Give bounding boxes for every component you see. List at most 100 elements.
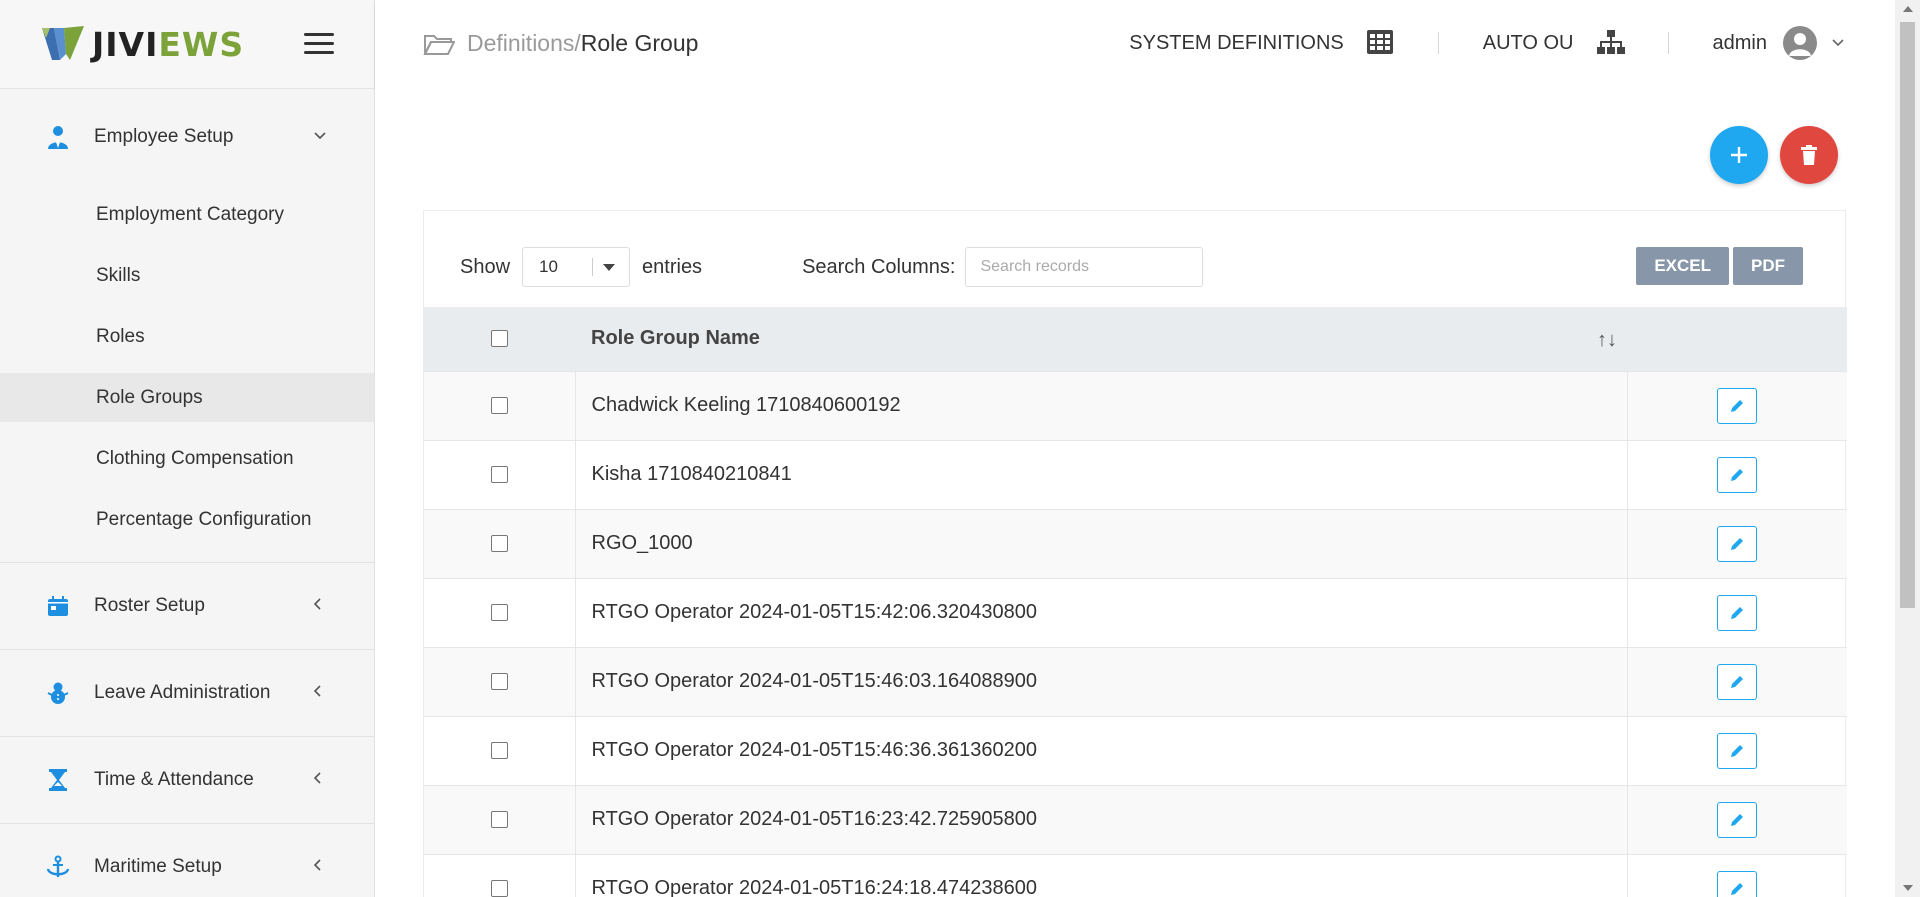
role-groups-table-card: Show 10 entries Search Columns: EXCEL PD…: [423, 210, 1847, 897]
row-checkbox[interactable]: [490, 397, 508, 415]
edit-button[interactable]: [1717, 456, 1758, 493]
table-row: RTGO Operator 2024-01-05T16:24:18.474238…: [424, 854, 1847, 897]
nav-employee-setup[interactable]: Employee Setup: [0, 89, 374, 184]
scroll-up-icon[interactable]: [1903, 6, 1913, 12]
row-actions-cell: [1627, 785, 1847, 854]
row-checkbox[interactable]: [490, 673, 508, 691]
breadcrumb-current: Role Group: [580, 30, 699, 56]
edit-button[interactable]: [1717, 663, 1758, 700]
scroll-down-icon[interactable]: [1903, 885, 1913, 891]
select-divider: [592, 258, 594, 276]
pencil-icon: [1731, 744, 1744, 757]
row-checkbox[interactable]: [490, 535, 508, 553]
nav-maritime-setup[interactable]: Maritime Setup: [0, 824, 374, 897]
brand-logo[interactable]: JIVIEWS: [0, 0, 374, 89]
column-header-role-group-name[interactable]: Role Group Name ↑↓: [575, 307, 1627, 371]
row-actions-cell: [1627, 509, 1847, 578]
nav-maritime-setup-label: Maritime Setup: [94, 856, 222, 877]
chevron-left-icon: [313, 684, 323, 703]
divider: [1667, 32, 1669, 54]
anchor-icon: [46, 855, 70, 879]
search-input[interactable]: [965, 247, 1204, 287]
person-icon: [46, 125, 70, 149]
add-button[interactable]: [1710, 126, 1768, 184]
system-definitions-label: SYSTEM DEFINITIONS: [1129, 31, 1344, 54]
table-row: RTGO Operator 2024-01-05T15:42:06.320430…: [424, 578, 1847, 647]
row-actions-cell: [1627, 854, 1847, 897]
nav-roster-setup[interactable]: Roster Setup: [0, 563, 374, 650]
sitemap-icon: [1596, 29, 1625, 57]
chevron-left-icon: [313, 597, 323, 616]
role-groups-table: Role Group Name ↑↓ Chadwick Keeling 1710…: [424, 307, 1847, 897]
edit-button[interactable]: [1717, 525, 1758, 562]
sidebar-item-skills[interactable]: Skills: [0, 245, 374, 306]
entries-select[interactable]: 10: [522, 247, 631, 287]
sidebar-item-percentage-configuration[interactable]: Percentage Configuration: [0, 489, 374, 550]
app-root: JIVIEWS Employee Setup Employment Catego…: [0, 0, 1920, 897]
table-header-row: Role Group Name ↑↓: [424, 307, 1847, 371]
show-label: Show: [460, 255, 511, 278]
nav-leave-administration-label: Leave Administration: [94, 682, 271, 703]
sidebar-item-roles[interactable]: Roles: [0, 306, 374, 367]
row-checkbox[interactable]: [490, 811, 508, 829]
user-avatar-icon: [1783, 26, 1817, 60]
chevron-down-icon: [1831, 35, 1845, 51]
role-group-name-cell: RTGO Operator 2024-01-05T16:24:18.474238…: [575, 854, 1628, 897]
edit-button[interactable]: [1717, 594, 1758, 631]
row-checkbox[interactable]: [490, 466, 508, 484]
entries-select-value: 10: [539, 257, 558, 276]
row-select-cell: [424, 647, 576, 716]
user-name: admin: [1712, 31, 1767, 54]
select-all-checkbox[interactable]: [491, 330, 508, 348]
nav-leave-administration[interactable]: Leave Administration: [0, 650, 374, 737]
edit-button[interactable]: [1717, 732, 1758, 769]
pencil-icon: [1731, 399, 1744, 412]
row-checkbox[interactable]: [490, 880, 508, 897]
row-actions-cell: [1627, 578, 1847, 647]
row-select-cell: [424, 509, 576, 578]
sidebar-item-clothing-compensation[interactable]: Clothing Compensation: [0, 428, 374, 489]
auto-ou-link[interactable]: AUTO OU: [1483, 29, 1625, 57]
nav-time-attendance[interactable]: Time & Attendance: [0, 737, 374, 824]
row-actions-cell: [1627, 716, 1847, 785]
divider: [1437, 32, 1439, 54]
pdf-export-button[interactable]: PDF: [1733, 247, 1803, 285]
row-select-cell: [424, 716, 576, 785]
sidebar-item-employment-category[interactable]: Employment Category: [0, 184, 374, 245]
column-header-label: Role Group Name: [591, 327, 760, 350]
row-checkbox[interactable]: [490, 742, 508, 760]
page-scrollbar[interactable]: [1895, 0, 1920, 897]
snowman-icon: [46, 681, 70, 705]
table-row: RTGO Operator 2024-01-05T16:23:42.725905…: [424, 785, 1847, 854]
user-menu[interactable]: admin: [1713, 26, 1845, 60]
main-content: Show 10 entries Search Columns: EXCEL PD…: [375, 89, 1895, 897]
sort-icon[interactable]: ↑↓: [1597, 329, 1617, 352]
table-row: Kisha 1710840210841: [424, 440, 1847, 509]
edit-button[interactable]: [1717, 870, 1758, 897]
logo-mark-icon: [40, 24, 86, 64]
employee-setup-submenu: Employment Category Skills Roles Role Gr…: [0, 184, 374, 563]
edit-button[interactable]: [1717, 387, 1758, 424]
hamburger-icon[interactable]: [304, 33, 334, 55]
pencil-icon: [1731, 606, 1744, 619]
system-definitions-link[interactable]: SYSTEM DEFINITIONS: [1129, 29, 1393, 57]
select-all-cell: [424, 307, 575, 371]
nav-time-attendance-label: Time & Attendance: [94, 769, 254, 790]
table-row: RTGO Operator 2024-01-05T15:46:36.361360…: [424, 716, 1847, 785]
excel-export-button[interactable]: EXCEL: [1636, 247, 1729, 285]
grid-icon: [1366, 29, 1394, 57]
delete-button[interactable]: [1780, 126, 1838, 184]
sidebar: JIVIEWS Employee Setup Employment Catego…: [0, 0, 375, 897]
breadcrumb-parent[interactable]: Definitions/: [467, 30, 581, 57]
edit-button[interactable]: [1717, 801, 1758, 838]
brand-name: JIVIEWS: [92, 25, 244, 64]
row-select-cell: [424, 854, 576, 897]
sidebar-item-role-groups[interactable]: Role Groups: [0, 373, 374, 422]
scrollbar-thumb[interactable]: [1900, 22, 1915, 608]
table-controls: Show 10 entries Search Columns:: [460, 247, 1204, 287]
row-checkbox[interactable]: [490, 604, 508, 622]
chevron-left-icon: [313, 771, 323, 790]
table-row: RTGO Operator 2024-01-05T15:46:03.164088…: [424, 647, 1847, 716]
calendar-icon: [46, 594, 70, 618]
row-select-cell: [424, 785, 576, 854]
